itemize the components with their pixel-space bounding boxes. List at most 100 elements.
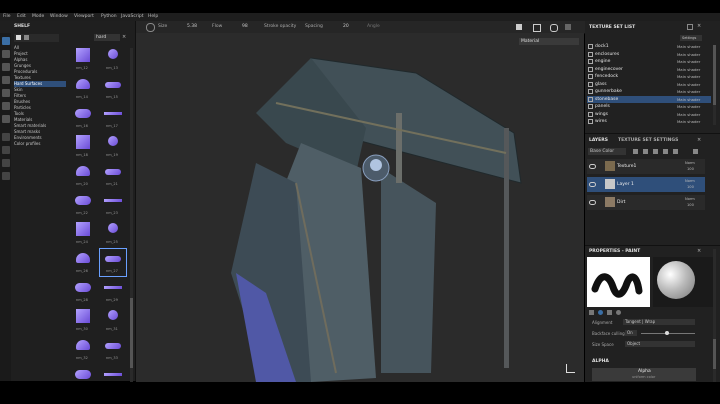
- shelf-thumbnail[interactable]: nm_15: [100, 75, 126, 102]
- shelf-thumbnail[interactable]: nm_13: [100, 46, 126, 73]
- texture-set-item[interactable]: stonebase Main shader: [587, 95, 711, 103]
- close-icon[interactable]: ×: [122, 35, 127, 40]
- shelf-scrollbar[interactable]: [130, 48, 133, 398]
- texture-set-checkbox[interactable]: [588, 74, 593, 79]
- pause-icon[interactable]: [516, 24, 522, 30]
- menu-python[interactable]: Python: [101, 14, 117, 19]
- shelf-thumbnail[interactable]: nm_19: [100, 133, 126, 160]
- shelf-thumbnail[interactable]: nm_27: [99, 248, 127, 277]
- texture-set-checkbox[interactable]: [588, 96, 593, 102]
- texture-set-shader[interactable]: Main shader: [677, 74, 700, 79]
- camera-tool-icon[interactable]: [2, 172, 10, 180]
- brush-tab-icon[interactable]: [589, 310, 594, 315]
- menu-mode[interactable]: Mode: [32, 14, 44, 19]
- close-panel-icon[interactable]: ×: [697, 23, 701, 29]
- camera-icon[interactable]: [533, 24, 541, 32]
- layer-blend-mode[interactable]: Norm: [685, 197, 695, 201]
- brush-icon[interactable]: [146, 23, 155, 32]
- texture-set-item[interactable]: glass Main shader: [587, 81, 711, 88]
- layer-blend-mode[interactable]: Norm: [685, 161, 695, 165]
- backface-slider-knob[interactable]: [665, 331, 669, 335]
- layer-name[interactable]: Texture1: [617, 164, 636, 169]
- texture-set-shader[interactable]: Main shader: [677, 119, 700, 124]
- layer-opacity[interactable]: 100: [687, 185, 694, 189]
- alpha-tab-icon[interactable]: [607, 310, 612, 315]
- display-settings-icon[interactable]: [565, 24, 571, 30]
- texture-set-item[interactable]: fencedock Main shader: [587, 73, 711, 80]
- shelf-thumbnail[interactable]: nm_31: [100, 307, 126, 334]
- material-tab-icon[interactable]: [598, 310, 603, 315]
- add-layer-icon[interactable]: [663, 149, 668, 154]
- texture-set-settings-tab[interactable]: TEXTURE SET SETTINGS: [618, 138, 678, 143]
- layer-name[interactable]: Layer 1: [617, 182, 634, 187]
- texture-set-item[interactable]: wings Main shader: [587, 111, 711, 118]
- texture-set-checkbox[interactable]: [588, 59, 593, 64]
- shelf-thumbnail[interactable]: nm_33: [100, 336, 126, 363]
- texture-set-item[interactable]: wires Main shader: [587, 118, 711, 125]
- expand-icon[interactable]: [687, 24, 693, 30]
- texture-set-item[interactable]: panels Main shader: [587, 103, 711, 110]
- render-icon[interactable]: [550, 24, 558, 32]
- shelf-thumbnail[interactable]: nm_24: [70, 220, 96, 247]
- texture-set-shader[interactable]: Main shader: [677, 97, 700, 102]
- backface-culling-toggle[interactable]: On: [625, 330, 637, 336]
- eraser-tool-icon[interactable]: [2, 50, 10, 58]
- alignment-select[interactable]: Tangent | Wrap: [623, 319, 695, 325]
- mask-icon[interactable]: [643, 149, 648, 154]
- menu-window[interactable]: Window: [50, 14, 68, 19]
- material-picker-icon[interactable]: [2, 115, 10, 123]
- texture-set-shader[interactable]: Main shader: [677, 52, 700, 57]
- menu-viewport[interactable]: Viewport: [74, 14, 94, 19]
- texture-set-checkbox[interactable]: [588, 111, 593, 117]
- texture-set-checkbox[interactable]: [588, 51, 593, 57]
- layer-row[interactable]: Dirt Norm 100: [587, 195, 705, 210]
- menu-edit[interactable]: Edit: [17, 14, 26, 19]
- shelf-search-input[interactable]: hard: [94, 34, 120, 41]
- shelf-thumbnail[interactable]: nm_18: [70, 133, 96, 160]
- flow-value[interactable]: 98: [242, 24, 248, 29]
- shelf-thumbnail[interactable]: nm_29: [100, 278, 126, 305]
- shelf-thumbnail[interactable]: nm_25: [100, 220, 126, 247]
- 3d-viewport[interactable]: Material: [136, 33, 584, 382]
- symmetry-icon[interactable]: [2, 159, 10, 167]
- texture-set-item[interactable]: enclosures Main shader: [587, 51, 711, 58]
- layer-opacity[interactable]: 100: [687, 167, 694, 171]
- layer-row[interactable]: Texture1 Norm 100: [587, 159, 705, 174]
- alpha-slot[interactable]: Alpha uniform color: [592, 368, 696, 381]
- visibility-eye-icon[interactable]: [589, 164, 596, 169]
- shelf-thumbnail[interactable]: nm_17: [100, 104, 126, 131]
- layer-opacity[interactable]: 100: [687, 203, 694, 207]
- texture-set-item[interactable]: dock1 Main shader: [587, 43, 711, 50]
- size-space-select[interactable]: Object: [625, 341, 695, 347]
- layers-tab[interactable]: LAYERS: [589, 138, 608, 143]
- menu-help[interactable]: Help: [148, 14, 158, 19]
- add-effect-icon[interactable]: [633, 149, 638, 154]
- texture-set-item[interactable]: enginecover Main shader: [587, 66, 711, 73]
- texture-set-item[interactable]: gunnerbake Main shader: [587, 88, 711, 95]
- folder-add-icon[interactable]: [673, 149, 678, 154]
- visibility-eye-icon[interactable]: [589, 200, 596, 205]
- texture-set-settings-button[interactable]: Settings: [680, 35, 702, 41]
- smudge-tool-icon[interactable]: [2, 89, 10, 97]
- texture-set-checkbox[interactable]: [588, 104, 593, 109]
- texture-set-checkbox[interactable]: [588, 44, 593, 49]
- menu-javascript[interactable]: JavaScript: [121, 14, 144, 19]
- shelf-view-toggles[interactable]: [14, 34, 59, 42]
- projection-tool-icon[interactable]: [2, 63, 10, 71]
- clone-tool-icon[interactable]: [2, 102, 10, 110]
- texture-set-checkbox[interactable]: [588, 119, 593, 124]
- shelf-thumbnail[interactable]: nm_14: [70, 75, 96, 102]
- layer-blend-mode[interactable]: Norm: [685, 179, 695, 183]
- shelf-thumbnail[interactable]: nm_23: [100, 191, 126, 218]
- shelf-category-color-profiles[interactable]: Color profiles: [14, 141, 66, 147]
- texture-set-checkbox[interactable]: [588, 89, 593, 94]
- texture-set-scrollbar[interactable]: [713, 45, 716, 125]
- visibility-eye-icon[interactable]: [589, 182, 596, 187]
- shelf-thumbnail[interactable]: nm_30: [70, 307, 96, 334]
- pointer-icon[interactable]: [2, 146, 10, 154]
- shelf-thumbnail[interactable]: nm_20: [70, 162, 96, 189]
- bake-icon[interactable]: [2, 133, 10, 141]
- texture-set-shader[interactable]: Main shader: [677, 89, 700, 94]
- paint-tool-icon[interactable]: [2, 37, 10, 45]
- channel-select[interactable]: Base Color: [588, 148, 626, 155]
